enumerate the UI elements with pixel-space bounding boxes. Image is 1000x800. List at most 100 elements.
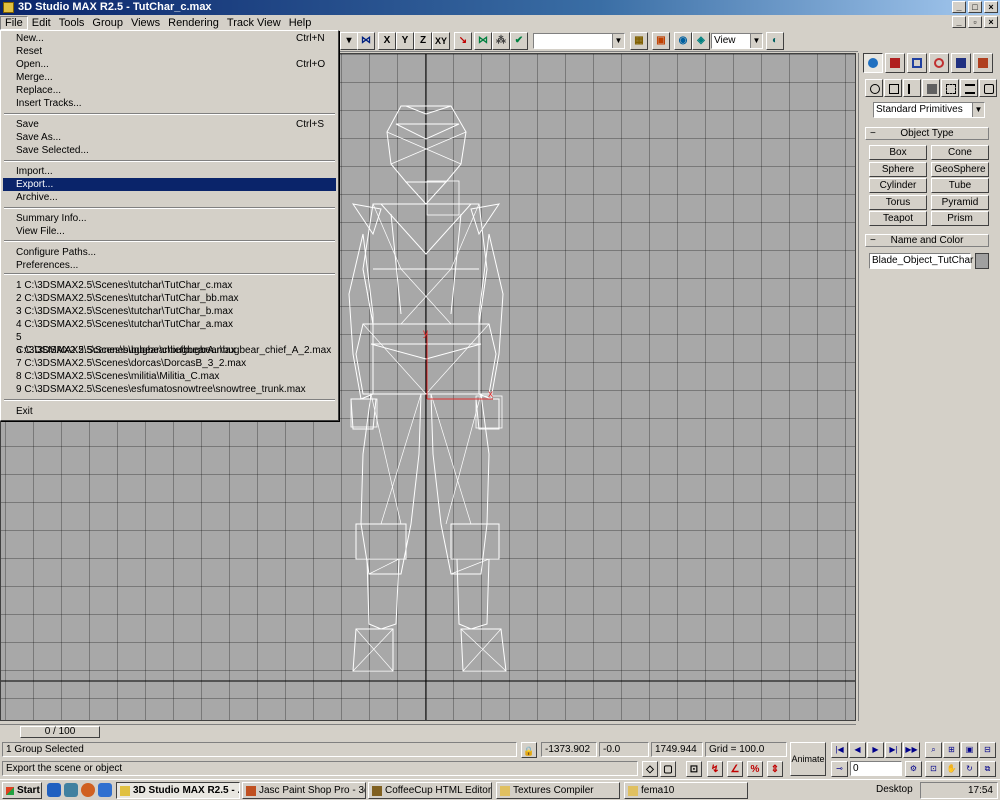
menu-edit[interactable]: Edit [28, 16, 55, 30]
geometry-icon[interactable] [865, 79, 883, 97]
task-3dsmax[interactable]: 3D Studio MAX R2.5 - ... [116, 782, 240, 799]
hierarchy-tab-icon[interactable] [907, 53, 927, 73]
quick-render-icon[interactable]: ◐ [766, 32, 784, 50]
menu-file[interactable]: File [0, 15, 28, 30]
file-menu-item[interactable]: Import... [3, 165, 336, 178]
doc-close-button[interactable]: × [984, 16, 998, 28]
render-scene-icon[interactable]: ◈ [692, 32, 710, 50]
mirror-icon[interactable]: ⋈ [357, 32, 375, 50]
region-zoom-icon[interactable]: ⊡ [925, 761, 942, 777]
object-name-field[interactable]: Blade_Object_TutChar [869, 253, 973, 269]
z-coordinate[interactable]: 1749.944 [651, 742, 703, 757]
file-menu-item[interactable]: Export... [3, 178, 336, 191]
restrict-dropdown-arrow[interactable]: ▾ [340, 32, 358, 50]
file-menu-item[interactable]: Preferences... [3, 259, 336, 272]
render-type-combo[interactable]: View ▼ [711, 33, 763, 49]
file-menu-item[interactable]: 7 C:\3DSMAX2.5\Scenes\dorcas\DorcasB_3_2… [3, 357, 336, 370]
outlook-icon[interactable] [64, 783, 78, 797]
menu-group[interactable]: Group [88, 16, 127, 30]
goto-end-icon[interactable]: ▶▶ [903, 742, 920, 758]
current-frame-field[interactable]: 0 [850, 761, 902, 776]
arc-rotate-icon[interactable]: ↻ [961, 761, 978, 777]
menu-views[interactable]: Views [127, 16, 164, 30]
material-editor-icon[interactable]: ◉ [674, 32, 692, 50]
tube-button[interactable]: Tube [931, 178, 989, 193]
menu-help[interactable]: Help [285, 16, 316, 30]
close-button[interactable]: × [984, 1, 998, 13]
doc-restore-button[interactable]: ▫ [968, 16, 982, 28]
file-menu-item[interactable]: Merge... [3, 71, 336, 84]
motion-tab-icon[interactable] [929, 53, 949, 73]
file-menu-item[interactable]: Summary Info... [3, 212, 336, 225]
cameras-icon[interactable] [922, 79, 940, 97]
axis-xy-button[interactable]: XY [432, 32, 450, 50]
file-menu-item[interactable]: Archive... [3, 191, 336, 204]
axis-x-button[interactable]: X [378, 32, 396, 50]
zoom-extents-icon[interactable]: ▣ [961, 742, 978, 758]
shapes-icon[interactable] [884, 79, 902, 97]
file-menu-item[interactable]: Save Selected... [3, 144, 336, 157]
time-config-icon[interactable]: ⚙ [905, 761, 922, 777]
file-menu-item[interactable]: Save As... [3, 131, 336, 144]
pyramid-button[interactable]: Pyramid [931, 195, 989, 210]
file-menu-item[interactable]: 4 C:\3DSMAX2.5\Scenes\tutchar\TutChar_a.… [3, 318, 336, 331]
play-icon[interactable]: ▶ [867, 742, 884, 758]
track-view-icon[interactable]: ▦ [630, 32, 648, 50]
sphere-button[interactable]: Sphere [869, 162, 927, 177]
menu-tools[interactable]: Tools [55, 16, 89, 30]
snap-toggle-icon[interactable]: ↯ [707, 761, 723, 777]
file-menu-item[interactable]: New... Ctrl+N [3, 32, 336, 45]
key-mode-icon[interactable]: ⊸ [831, 761, 848, 777]
file-menu-item[interactable]: Replace... [3, 84, 336, 97]
task-paintshop[interactable]: Jasc Paint Shop Pro - 3d... [242, 782, 366, 799]
percent-snap-icon[interactable]: % [747, 761, 763, 777]
file-menu-item[interactable]: 9 C:\3DSMAX2.5\Scenes\esfumatosnowtree\s… [3, 383, 336, 396]
goto-start-icon[interactable]: |◀ [831, 742, 848, 758]
zoom-extents-all-icon[interactable]: ⊟ [979, 742, 996, 758]
utilities-tab-icon[interactable] [973, 53, 993, 73]
category-dropdown[interactable]: Standard Primitives ▼ [873, 102, 985, 118]
teapot-button[interactable]: Teapot [869, 211, 927, 226]
file-menu-item[interactable]: Configure Paths... [3, 246, 336, 259]
file-menu-item[interactable]: Reset [3, 45, 336, 58]
file-menu-item[interactable]: 1 C:\3DSMAX2.5\Scenes\tutchar\TutChar_c.… [3, 279, 336, 292]
ie-icon[interactable] [47, 783, 61, 797]
geosphere-button[interactable]: GeoSphere [931, 162, 989, 177]
mirror-tool-icon[interactable]: ⋈ [474, 32, 492, 50]
file-menu-item[interactable]: 5 C:\3DSMAX2.5\Scenes\bugbear\chiefbugbe… [3, 331, 336, 356]
file-menu-item[interactable]: Save Ctrl+S [3, 118, 336, 131]
minimize-button[interactable]: _ [952, 1, 966, 13]
lights-icon[interactable] [903, 79, 921, 97]
snap-icon[interactable]: ↘ [454, 32, 472, 50]
file-menu-item[interactable]: 3 C:\3DSMAX2.5\Scenes\tutchar\TutChar_b.… [3, 305, 336, 318]
zoom-all-icon[interactable]: ⊞ [943, 742, 960, 758]
time-slider[interactable]: 0 / 100 [20, 726, 100, 738]
show-desktop-icon[interactable] [98, 783, 112, 797]
file-menu-item[interactable]: Insert Tracks... [3, 97, 336, 110]
file-menu-item[interactable]: Open... Ctrl+O [3, 58, 336, 71]
cylinder-button[interactable]: Cylinder [869, 178, 927, 193]
object-type-rollout[interactable]: − Object Type [865, 127, 989, 140]
menu-rendering[interactable]: Rendering [164, 16, 223, 30]
degradation-icon[interactable]: ▢ [660, 761, 676, 777]
named-selection-combo[interactable]: ▼ [533, 33, 625, 49]
prism-button[interactable]: Prism [931, 211, 989, 226]
prev-frame-icon[interactable]: ◀ [849, 742, 866, 758]
selection-lock-icon[interactable]: ◇ [642, 761, 658, 777]
lock-icon[interactable]: 🔒 [521, 742, 537, 758]
task-textures-compiler[interactable]: Textures Compiler [496, 782, 620, 799]
helpers-icon[interactable] [941, 79, 959, 97]
doc-minimize-button[interactable]: _ [952, 16, 966, 28]
animate-button[interactable]: Animate [790, 742, 826, 776]
display-tab-icon[interactable] [951, 53, 971, 73]
object-color-swatch[interactable] [975, 253, 989, 269]
modify-tab-icon[interactable] [885, 53, 905, 73]
next-frame-icon[interactable]: ▶| [885, 742, 902, 758]
axis-y-button[interactable]: Y [396, 32, 414, 50]
min-max-toggle-icon[interactable]: ⧉ [979, 761, 996, 777]
axis-z-button[interactable]: Z [414, 32, 432, 50]
align-icon[interactable]: ✔ [510, 32, 528, 50]
pan-icon[interactable]: ✋ [943, 761, 960, 777]
maximize-button[interactable]: □ [968, 1, 982, 13]
task-coffeecup[interactable]: CoffeeCup HTML Editor [368, 782, 492, 799]
